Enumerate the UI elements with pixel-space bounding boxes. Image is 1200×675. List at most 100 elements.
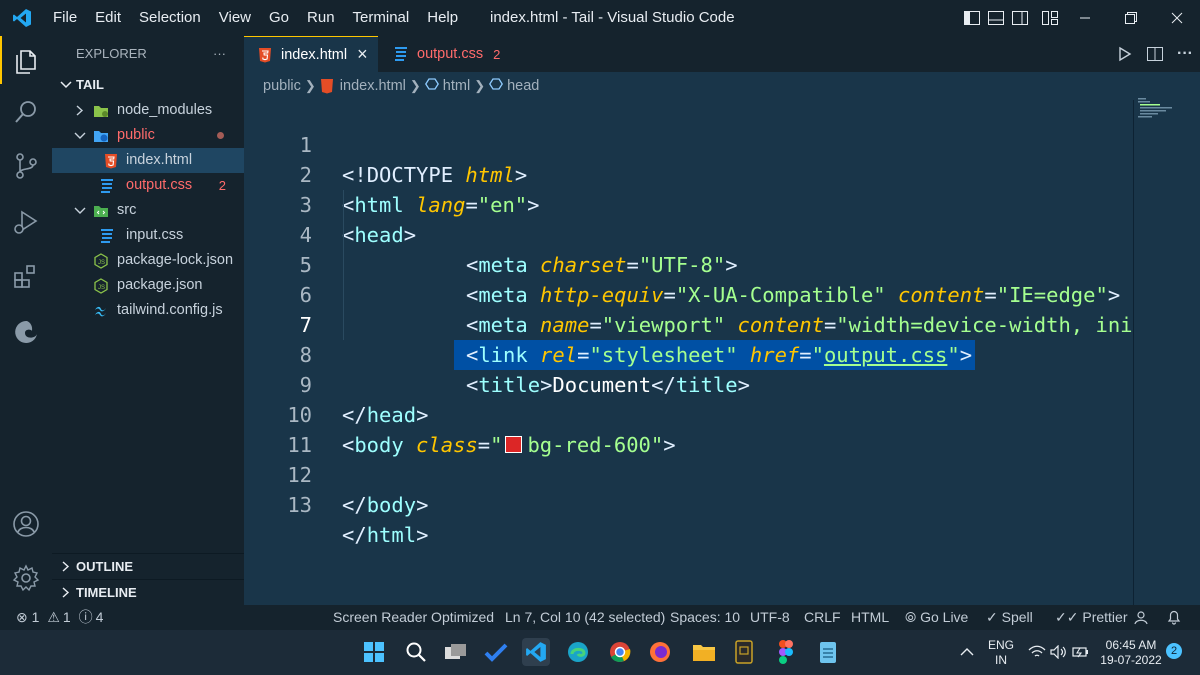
file-explorer-icon[interactable] — [690, 638, 718, 666]
customize-layout-icon[interactable] — [1038, 0, 1062, 36]
editor-actions: ··· — [1110, 36, 1200, 72]
restore-button[interactable] — [1108, 0, 1154, 36]
accounts-icon[interactable] — [0, 500, 52, 548]
edge-devtools-icon[interactable] — [0, 308, 52, 356]
vscode-logo-icon — [0, 0, 44, 36]
menu-go[interactable]: Go — [260, 0, 298, 36]
run-play-icon[interactable] — [1110, 46, 1140, 62]
indent-guide — [343, 190, 344, 340]
notepad-icon[interactable] — [814, 638, 842, 666]
notification-count-badge[interactable]: 2 — [1166, 643, 1182, 659]
code-editor[interactable]: 1 <!DOCTYPE html> 2 <html lang="en"> 3 <… — [244, 100, 1200, 605]
menu-file[interactable]: File — [44, 0, 86, 36]
task-view-icon[interactable] — [442, 638, 470, 666]
tree-item-public[interactable]: public — [52, 123, 244, 148]
outline-label: OUTLINE — [76, 559, 134, 574]
vscode-taskbar-icon[interactable] — [522, 638, 550, 666]
editor-scrollbar[interactable] — [1133, 100, 1134, 605]
tab-output-css[interactable]: output.css 2 — [380, 36, 520, 72]
menu-selection[interactable]: Selection — [130, 0, 210, 36]
more-actions-button[interactable]: ··· — [213, 36, 226, 72]
minimap[interactable] — [1138, 96, 1188, 126]
code-line: 3 <head> — [244, 160, 1200, 247]
cursor-position[interactable]: Ln 7, Col 10 (42 selected) — [505, 605, 665, 630]
code-line: 1 <!DOCTYPE html> — [244, 100, 1200, 187]
notebook-app-icon[interactable] — [730, 638, 758, 666]
line-number: 13 — [287, 493, 312, 517]
volume-icon[interactable] — [1050, 644, 1068, 663]
tree-item-label: src — [117, 202, 137, 218]
manage-gear-icon[interactable] — [0, 554, 52, 602]
breadcrumb-index-html[interactable]: index.html — [340, 78, 406, 94]
tree-item-node-modules[interactable]: node_modules — [52, 98, 244, 123]
tree-item-index-html[interactable]: index.html — [52, 148, 244, 173]
tree-item-output-css[interactable]: output.css 2 — [52, 173, 244, 198]
system-clock[interactable]: 06:45 AM 19-07-2022 — [1098, 638, 1164, 668]
battery-icon[interactable] — [1072, 645, 1090, 663]
code-line: 5 <meta http-equiv="X-UA-Compatible" con… — [244, 220, 1200, 307]
todo-icon[interactable] — [482, 638, 510, 666]
menu-edit[interactable]: Edit — [86, 0, 130, 36]
toggle-panel-icon[interactable] — [984, 0, 1008, 36]
indentation-status[interactable]: Spaces: 10 — [670, 605, 740, 630]
toggle-secondary-sidebar-icon[interactable] — [1008, 0, 1032, 36]
language-mode[interactable]: HTML — [851, 605, 889, 630]
wifi-icon[interactable] — [1028, 645, 1046, 663]
workspace-root-section[interactable]: TAIL — [52, 72, 244, 98]
search-icon[interactable] — [402, 638, 430, 666]
eol-status[interactable]: CRLF — [804, 605, 841, 630]
toggle-primary-sidebar-icon[interactable] — [960, 0, 984, 36]
chevron-up-icon[interactable] — [960, 646, 974, 661]
menu-help[interactable]: Help — [418, 0, 467, 36]
explorer-icon[interactable] — [0, 36, 52, 84]
tree-item-input-css[interactable]: input.css — [52, 223, 244, 248]
close-tab-button[interactable]: × — [357, 44, 368, 65]
feedback-icon[interactable] — [1133, 605, 1149, 633]
tree-item-package-json[interactable]: JS package.json — [52, 273, 244, 298]
tree-item-label: index.html — [126, 152, 193, 168]
menu-view[interactable]: View — [210, 0, 260, 36]
search-icon[interactable] — [0, 88, 52, 136]
menu-terminal[interactable]: Terminal — [344, 0, 419, 36]
notifications-bell-icon[interactable] — [1166, 605, 1182, 633]
input-language-indicator[interactable]: ENG IN — [986, 638, 1016, 668]
menu-bar: File Edit Selection View Go Run Terminal… — [44, 0, 467, 36]
css-icon — [100, 178, 116, 194]
symbol-element-icon — [489, 78, 504, 94]
timeline-label: TIMELINE — [76, 585, 137, 600]
tree-item-src[interactable]: src — [52, 198, 244, 223]
edge-browser-icon[interactable] — [564, 638, 592, 666]
encoding-status[interactable]: UTF-8 — [750, 605, 790, 630]
windows-start-icon[interactable] — [360, 638, 388, 666]
extensions-icon[interactable] — [0, 252, 52, 300]
prettier-status[interactable]: ✓✓ Prettier — [1055, 605, 1127, 630]
problem-count-badge: 2 — [493, 46, 501, 62]
outline-section[interactable]: OUTLINE — [52, 553, 244, 579]
run-debug-icon[interactable] — [0, 198, 52, 246]
breadcrumb-html[interactable]: html — [443, 78, 470, 94]
tab-index-html[interactable]: index.html × — [244, 36, 378, 72]
source-control-icon[interactable] — [0, 142, 52, 190]
split-editor-icon[interactable] — [1140, 47, 1170, 61]
screen-reader-status[interactable]: Screen Reader Optimized — [333, 605, 494, 630]
menu-run[interactable]: Run — [298, 0, 344, 36]
close-window-button[interactable] — [1154, 0, 1200, 36]
more-actions-icon[interactable]: ··· — [1170, 45, 1200, 63]
breadcrumb-public[interactable]: public — [263, 78, 301, 94]
explorer-title: EXPLORER — [76, 46, 147, 61]
firefox-browser-icon[interactable] — [646, 638, 674, 666]
go-live-button[interactable]: ⦾ Go Live — [905, 605, 968, 630]
tree-item-package-lock-json[interactable]: JS package-lock.json — [52, 248, 244, 273]
region-code: IN — [995, 653, 1007, 667]
info-icon: ⓘ — [78, 609, 93, 625]
figma-icon[interactable] — [772, 638, 800, 666]
minimize-button[interactable] — [1062, 0, 1108, 36]
svg-text:JS: JS — [98, 260, 105, 266]
breadcrumb-head[interactable]: head — [507, 78, 539, 94]
timeline-section[interactable]: TIMELINE — [52, 579, 244, 605]
chrome-browser-icon[interactable] — [606, 638, 634, 666]
spell-status[interactable]: ✓ Spell — [986, 605, 1033, 630]
tree-item-tailwind-config[interactable]: tailwind.config.js — [52, 298, 244, 323]
code-line: 13 </html> — [244, 460, 1200, 547]
problems-indicator[interactable]: ⊗ 1 ⚠ 1 ⓘ 4 — [16, 605, 103, 630]
